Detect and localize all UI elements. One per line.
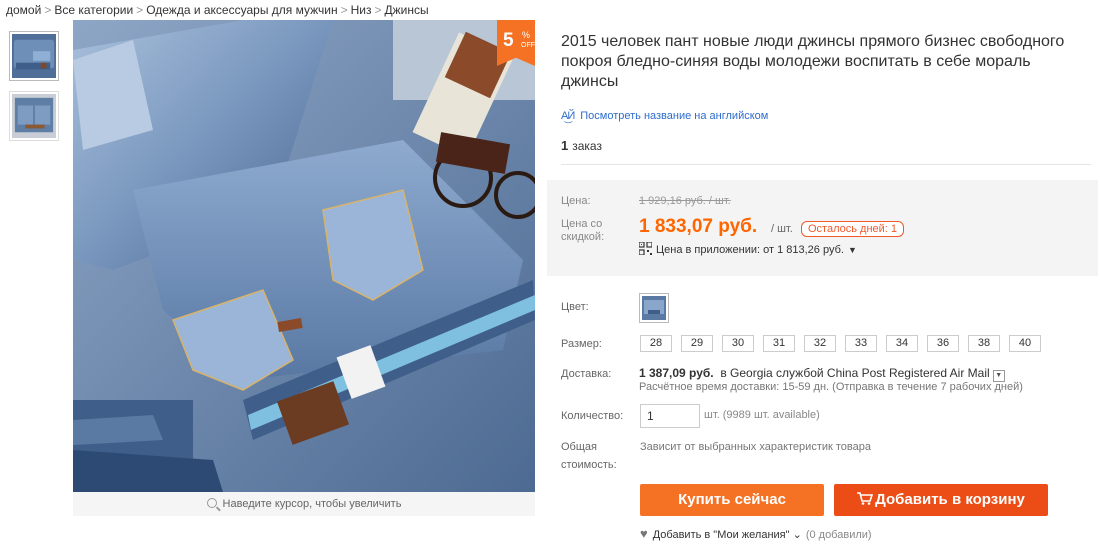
size-option[interactable]: 28	[640, 335, 672, 352]
jeans-photo	[73, 20, 535, 492]
breadcrumb-separator: >	[44, 3, 52, 17]
size-option[interactable]: 29	[681, 335, 713, 352]
breadcrumb-separator: >	[136, 3, 144, 17]
size-label: Размер:	[561, 338, 602, 350]
orders-count: 1 заказ	[561, 138, 602, 153]
breadcrumb-bottoms[interactable]: Низ	[351, 3, 372, 17]
discount-price-label: Цена со скидкой:	[561, 218, 605, 243]
quantity-available: шт. (9989 шт. available)	[704, 409, 820, 421]
divider	[561, 164, 1091, 165]
product-title: 2015 человек пант новые люди джинсы прям…	[561, 33, 1065, 90]
old-price: 1 929,16 руб. / шт.	[639, 195, 731, 207]
zoom-hint-text: Наведите курсор, чтобы увеличить	[222, 498, 402, 510]
translate-icon: A͜Й	[561, 110, 575, 122]
color-swatch-image	[642, 296, 666, 320]
price-label: Цена:	[561, 195, 591, 207]
add-to-cart-label: Добавить в корзину	[875, 491, 1025, 508]
discount-value: 5	[503, 30, 514, 51]
size-option[interactable]: 30	[722, 335, 754, 352]
breadcrumb-jeans[interactable]: Джинсы	[385, 3, 429, 17]
orders-number: 1	[561, 138, 569, 153]
orders-label: заказ	[572, 139, 602, 153]
size-option[interactable]: 36	[927, 335, 959, 352]
shipping-method: в Georgia службой China Post Registered …	[720, 366, 990, 380]
size-option[interactable]: 33	[845, 335, 877, 352]
app-price-text: Цена в приложении: от 1 813,26 руб.	[656, 244, 844, 256]
price-box: Цена: 1 929,16 руб. / шт. Цена со скидко…	[547, 180, 1098, 276]
size-option[interactable]: 31	[763, 335, 795, 352]
wishlist-count: (0 добавили)	[805, 529, 872, 541]
breadcrumb-mens-clothing[interactable]: Одежда и аксессуары для мужчин	[146, 3, 337, 17]
thumbnail-image-1[interactable]	[9, 31, 59, 81]
cart-icon	[857, 492, 874, 505]
shipping-label: Доставка:	[561, 368, 612, 380]
breadcrumb-home[interactable]: домой	[6, 3, 41, 17]
days-left-badge: Осталось дней: 1	[801, 221, 905, 237]
quantity-label: Количество:	[561, 410, 624, 422]
size-option[interactable]: 38	[968, 335, 1000, 352]
zoom-hint: Наведите курсор, чтобы увеличить	[73, 492, 535, 516]
color-label: Цвет:	[561, 301, 589, 313]
product-main-image[interactable]: 5 % OFF	[73, 20, 535, 492]
current-price: 1 833,07 руб.	[639, 216, 758, 237]
size-options: 28 29 30 31 32 33 34 36 38 40	[640, 335, 1041, 352]
breadcrumb-separator: >	[374, 3, 382, 17]
caret-down-icon: ▼	[847, 245, 857, 255]
shipping-time: Расчётное время доставки: 15-59 дн. (Отп…	[639, 381, 1023, 393]
translate-link-text[interactable]: Посмотреть название на английском	[580, 110, 768, 122]
wishlist[interactable]: ♥ Добавить в "Мои желания" ⌄ (0 добавили)	[640, 526, 872, 541]
chevron-down-icon: ⌄	[792, 529, 802, 541]
buy-now-button[interactable]: Купить сейчас	[640, 484, 824, 516]
total-note: Зависит от выбранных характеристик товар…	[640, 441, 871, 453]
breadcrumb: домой > Все категории > Одежда и аксессуары …	[6, 3, 429, 17]
color-option[interactable]	[639, 293, 669, 323]
translate-link[interactable]: A͜Й Посмотреть название на английском	[561, 110, 768, 122]
shipping-info: 1 387,09 руб. в Georgia службой China Po…	[639, 366, 1005, 382]
thumbnail-list	[9, 31, 59, 151]
quantity-input[interactable]	[640, 404, 700, 428]
size-option[interactable]: 34	[886, 335, 918, 352]
total-label: Общая стоимость:	[561, 441, 617, 471]
discount-off-label: OFF	[521, 42, 535, 49]
thumbnail-image-2[interactable]	[9, 91, 59, 141]
shipping-price: 1 387,09 руб.	[639, 366, 714, 380]
discount-percent: %	[522, 30, 531, 40]
wishlist-link[interactable]: Добавить в "Мои желания"	[653, 529, 790, 541]
price-per-unit: / шт.	[771, 223, 793, 235]
size-option[interactable]: 32	[804, 335, 836, 352]
size-option[interactable]: 40	[1009, 335, 1041, 352]
qr-code-icon	[639, 242, 652, 255]
heart-icon: ♥	[640, 526, 648, 541]
app-price[interactable]: Цена в приложении: от 1 813,26 руб. ▼	[639, 242, 857, 256]
breadcrumb-all-categories[interactable]: Все категории	[54, 3, 133, 17]
add-to-cart-button[interactable]: Добавить в корзину	[834, 484, 1048, 516]
breadcrumb-separator: >	[340, 3, 348, 17]
magnifier-icon	[206, 498, 217, 508]
